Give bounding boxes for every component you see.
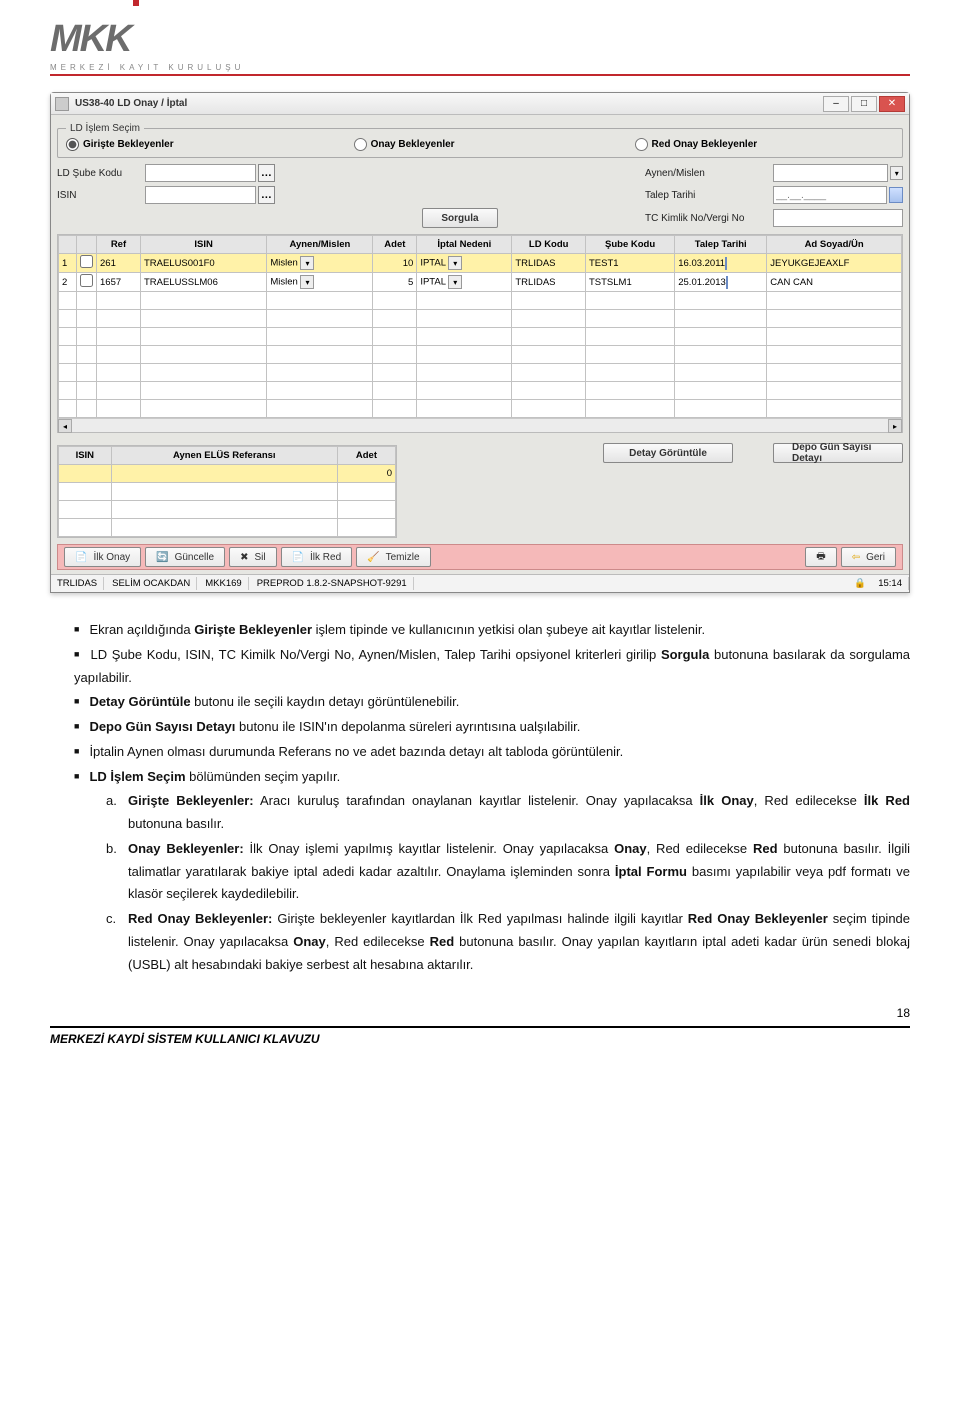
filter-form: LD Şube Kodu … Aynen/Mislen ▾ ISIN … Tal… [57, 164, 903, 228]
broom-icon: 🧹 [367, 552, 379, 563]
logo-letters: MKK [50, 18, 137, 61]
status-time: 15:14 [872, 577, 909, 590]
document-icon: 📄 [292, 552, 304, 563]
radio-giriste-input[interactable] [66, 138, 79, 151]
detay-goruntule-button[interactable]: Detay Görüntüle [603, 443, 733, 463]
window-titlebar: US38-40 LD Onay / İptal – □ ✕ [51, 93, 909, 115]
temizle-button[interactable]: 🧹Temizle [356, 547, 430, 567]
ilk-onay-button[interactable]: 📄İlk Onay [64, 547, 141, 567]
header-divider [50, 74, 910, 76]
chevron-down-icon[interactable]: ▾ [448, 256, 462, 270]
document-body: Ekran açıldığında Girişte Bekleyenler iş… [50, 619, 910, 976]
main-table: Ref ISIN Aynen/Mislen Adet İptal Nedeni … [58, 235, 902, 418]
chevron-down-icon[interactable]: ▾ [448, 275, 462, 289]
lock-icon: 🔒 [850, 578, 870, 589]
footer-text: MERKEZİ KAYDİ SİSTEM KULLANICI KLAVUZU [50, 1032, 910, 1046]
bullet-item: LD İşlem Seçim bölümünden seçim yapılır. [74, 766, 910, 789]
label-isin: ISIN [57, 190, 137, 201]
bullet-item: Detay Görüntüle butonu ile seçili kaydın… [74, 691, 910, 714]
lookup-ld-sube-button[interactable]: … [258, 164, 275, 182]
scroll-right-icon[interactable]: ▸ [888, 419, 902, 433]
dropdown-aynen-icon[interactable]: ▾ [890, 166, 903, 180]
letter-item: b.Onay Bekleyenler: İlk Onay işlemi yapı… [106, 838, 910, 906]
input-isin[interactable] [145, 186, 256, 204]
chevron-down-icon[interactable]: ▾ [300, 275, 314, 289]
letter-item: c.Red Onay Bekleyenler: Girişte bekleyen… [106, 908, 910, 976]
horizontal-scrollbar[interactable]: ◂ ▸ [58, 418, 902, 432]
letter-item: a.Girişte Bekleyenler: Aracı kuruluş tar… [106, 790, 910, 836]
print-icon: 🖶 [816, 549, 825, 566]
radio-redonay-input[interactable] [635, 138, 648, 151]
print-button[interactable]: 🖶 [805, 547, 836, 567]
window-minimize-button[interactable]: – [823, 96, 849, 112]
input-ld-sube[interactable] [145, 164, 256, 182]
status-bar: TRLIDAS SELİM OCAKDAN MKK169 PREPROD 1.8… [51, 574, 909, 592]
delete-icon: ✖ [240, 552, 248, 563]
label-tc: TC Kimlik No/Vergi No [645, 213, 765, 224]
group-legend: LD İşlem Seçim [66, 123, 144, 134]
chevron-down-icon[interactable]: ▾ [300, 256, 314, 270]
status-cell: TRLIDAS [51, 577, 104, 590]
table-row[interactable]: 1 261 TRAELUS001F0 Mislen ▾ 10 IPTAL ▾ T… [59, 254, 902, 273]
radio-redonay[interactable]: Red Onay Bekleyenler [635, 138, 758, 151]
label-talep: Talep Tarihi [645, 190, 765, 201]
page-number: 18 [50, 1006, 910, 1020]
logo-dot-icon [133, 0, 139, 6]
lookup-isin-button[interactable]: … [258, 186, 275, 204]
input-talep[interactable] [773, 186, 887, 204]
window-close-button[interactable]: ✕ [879, 96, 905, 112]
sorgula-button[interactable]: Sorgula [422, 208, 497, 228]
refresh-icon: 🔄 [156, 552, 168, 563]
status-cell: PREPROD 1.8.2-SNAPSHOT-9291 [251, 577, 414, 590]
status-cell: MKK169 [199, 577, 248, 590]
action-toolbar: 📄İlk Onay 🔄Güncelle ✖Sil 📄İlk Red 🧹Temiz… [57, 544, 903, 570]
calendar-icon[interactable] [726, 276, 728, 289]
window-title: US38-40 LD Onay / İptal [75, 98, 187, 109]
radio-onay[interactable]: Onay Bekleyenler [354, 138, 455, 151]
calendar-icon[interactable] [725, 257, 727, 270]
window-maximize-button[interactable]: □ [851, 96, 877, 112]
footer-divider [50, 1026, 910, 1028]
scroll-left-icon[interactable]: ◂ [58, 419, 72, 433]
document-icon: 📄 [75, 552, 87, 563]
detail-table: ISINAynen ELÜS ReferansıAdet 0 [58, 446, 396, 537]
input-aynen[interactable] [773, 164, 888, 182]
bullet-item: İptalin Aynen olması durumunda Referans … [74, 741, 910, 764]
bullet-item: Depo Gün Sayısı Detayı butonu ile ISIN'ı… [74, 716, 910, 739]
ilk-red-button[interactable]: 📄İlk Red [281, 547, 353, 567]
bullet-item: Ekran açıldığında Girişte Bekleyenler iş… [74, 619, 910, 642]
label-ld-sube: LD Şube Kodu [57, 168, 137, 179]
guncelle-button[interactable]: 🔄Güncelle [145, 547, 225, 567]
logo-tagline: MERKEZİ KAYIT KURULUŞU [50, 63, 910, 72]
calendar-icon[interactable] [889, 187, 903, 203]
main-table-wrap: Ref ISIN Aynen/Mislen Adet İptal Nedeni … [57, 234, 903, 433]
detail-table-wrap: ISINAynen ELÜS ReferansıAdet 0 [57, 445, 397, 538]
ld-islem-secim-group: LD İşlem Seçim Girişte Bekleyenler Onay … [57, 123, 903, 158]
label-aynen: Aynen/Mislen [645, 168, 765, 179]
status-cell: SELİM OCAKDAN [106, 577, 197, 590]
sil-button[interactable]: ✖Sil [229, 547, 277, 567]
geri-button[interactable]: ⇦Geri [841, 547, 896, 567]
row-checkbox[interactable] [80, 255, 93, 268]
radio-onay-input[interactable] [354, 138, 367, 151]
radio-giriste[interactable]: Girişte Bekleyenler [66, 138, 174, 151]
bullet-item: LD Şube Kodu, ISIN, TC Kimilk No/Vergi N… [74, 644, 910, 690]
input-tc[interactable] [773, 209, 903, 227]
depo-gun-sayisi-button[interactable]: Depo Gün Sayısı Detayı [773, 443, 903, 463]
window-app-icon [55, 97, 69, 111]
row-checkbox[interactable] [80, 274, 93, 287]
app-window: US38-40 LD Onay / İptal – □ ✕ LD İşlem S… [50, 92, 910, 593]
back-arrow-icon: ⇦ [852, 552, 860, 563]
table-header-row: Ref ISIN Aynen/Mislen Adet İptal Nedeni … [59, 236, 902, 254]
table-row[interactable]: 2 1657 TRAELUSSLM06 Mislen ▾ 5 IPTAL ▾ T… [59, 273, 902, 292]
logo-block: MKK MERKEZİ KAYIT KURULUŞU [50, 18, 910, 72]
